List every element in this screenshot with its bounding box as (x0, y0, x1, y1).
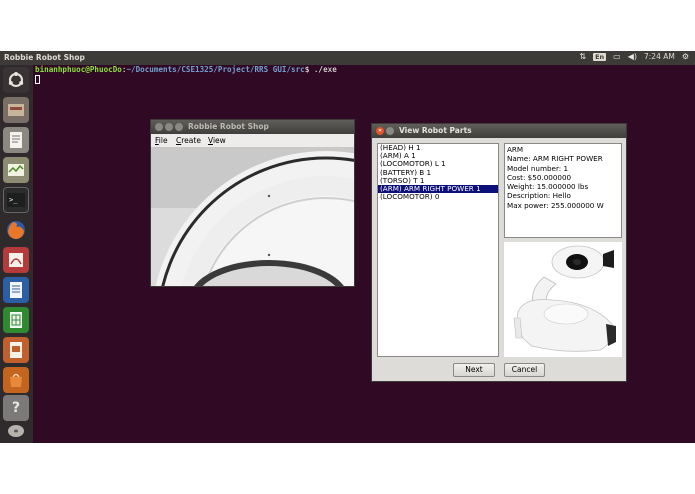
impress-icon[interactable] (3, 337, 29, 363)
close-icon[interactable]: ✕ (376, 127, 384, 135)
ubuntu-logo-icon[interactable] (3, 67, 29, 93)
shop-robot-image (151, 148, 354, 286)
menu-file[interactable]: File (155, 136, 168, 145)
detail-model-number: Model number: 1 (507, 163, 569, 173)
parts-window-titlebar[interactable]: ✕ View Robot Parts (372, 124, 626, 138)
top-panel: Robbie Robot Shop ⇅ En ▭ ◀) 7:24 AM ⚙ (0, 51, 695, 65)
power-gear-icon[interactable]: ⚙ (682, 52, 689, 61)
terminal-command: ./exe (313, 65, 337, 74)
next-button[interactable]: Next (453, 363, 495, 377)
calc-icon[interactable] (3, 307, 29, 333)
list-item[interactable]: (LOCOMOTOR) 0 (378, 192, 498, 201)
close-icon[interactable] (155, 123, 163, 131)
shop-menubar: File Create View (151, 134, 354, 148)
terminal-path: ~/Documents/CSE1325/Project/RRS GUI/src (126, 65, 305, 74)
part-details-textbox[interactable]: ARM Name: ARM RIGHT POWER Model number: … (504, 143, 622, 238)
shop-window-title: Robbie Robot Shop (188, 122, 269, 131)
detail-type: ARM (507, 145, 524, 154)
firefox-icon[interactable] (3, 217, 29, 243)
detail-cost: Cost: $50.000000 (507, 172, 572, 182)
desktop: Robbie Robot Shop ⇅ En ▭ ◀) 7:24 AM ⚙ >_ (0, 0, 695, 494)
writer-icon[interactable] (3, 277, 29, 303)
menu-view[interactable]: View (208, 136, 226, 145)
terminal-cursor (35, 75, 40, 84)
software-center-icon[interactable] (3, 367, 29, 393)
keyboard-layout-indicator[interactable]: En (593, 52, 607, 61)
terminal-prompt-symbol: $ (304, 65, 310, 74)
svg-text:>_: >_ (9, 196, 18, 204)
maximize-icon[interactable] (175, 123, 183, 131)
minimize-icon[interactable] (165, 123, 173, 131)
parts-window-title: View Robot Parts (399, 126, 472, 135)
menu-create[interactable]: Create (176, 136, 201, 145)
detail-name: Name: ARM RIGHT POWER (507, 154, 603, 164)
disk-icon[interactable] (3, 421, 29, 441)
launcher: >_ ? (0, 65, 33, 443)
help-icon[interactable]: ? (3, 395, 29, 421)
detail-description: Description: Hello (507, 191, 571, 201)
shop-window-titlebar[interactable]: Robbie Robot Shop (151, 120, 354, 134)
system-tray: ⇅ En ▭ ◀) 7:24 AM ⚙ (579, 52, 689, 61)
robot-arm-image (504, 242, 622, 357)
battery-icon[interactable]: ▭ (613, 52, 621, 61)
tweak-icon[interactable] (3, 247, 29, 273)
active-app-title: Robbie Robot Shop (4, 53, 85, 62)
files-icon[interactable] (3, 97, 29, 123)
detail-weight: Weight: 15.000000 lbs (507, 182, 589, 192)
minimize-icon[interactable] (386, 127, 394, 135)
terminal-icon[interactable]: >_ (3, 187, 29, 213)
clock[interactable]: 7:24 AM (644, 52, 675, 61)
terminal-user-host: binanhphuoc@PhuocDo (35, 65, 122, 74)
cancel-button[interactable]: Cancel (504, 363, 545, 377)
parts-list[interactable]: (HEAD) H 1 (ARM) A 1 (LOCOMOTOR) L 1 (BA… (377, 143, 499, 357)
system-monitor-icon[interactable] (3, 157, 29, 183)
volume-icon[interactable]: ◀) (628, 52, 637, 61)
shop-window: Robbie Robot Shop File Create View (150, 119, 355, 287)
parts-window: ✕ View Robot Parts (HEAD) H 1 (ARM) A 1 … (371, 123, 627, 382)
network-icon[interactable]: ⇅ (579, 52, 586, 61)
terminal-prompt-line: binanhphuoc@PhuocDo:~/Documents/CSE1325/… (35, 65, 337, 74)
text-editor-icon[interactable] (3, 127, 29, 153)
detail-max-power: Max power: 255.000000 W (507, 200, 604, 210)
